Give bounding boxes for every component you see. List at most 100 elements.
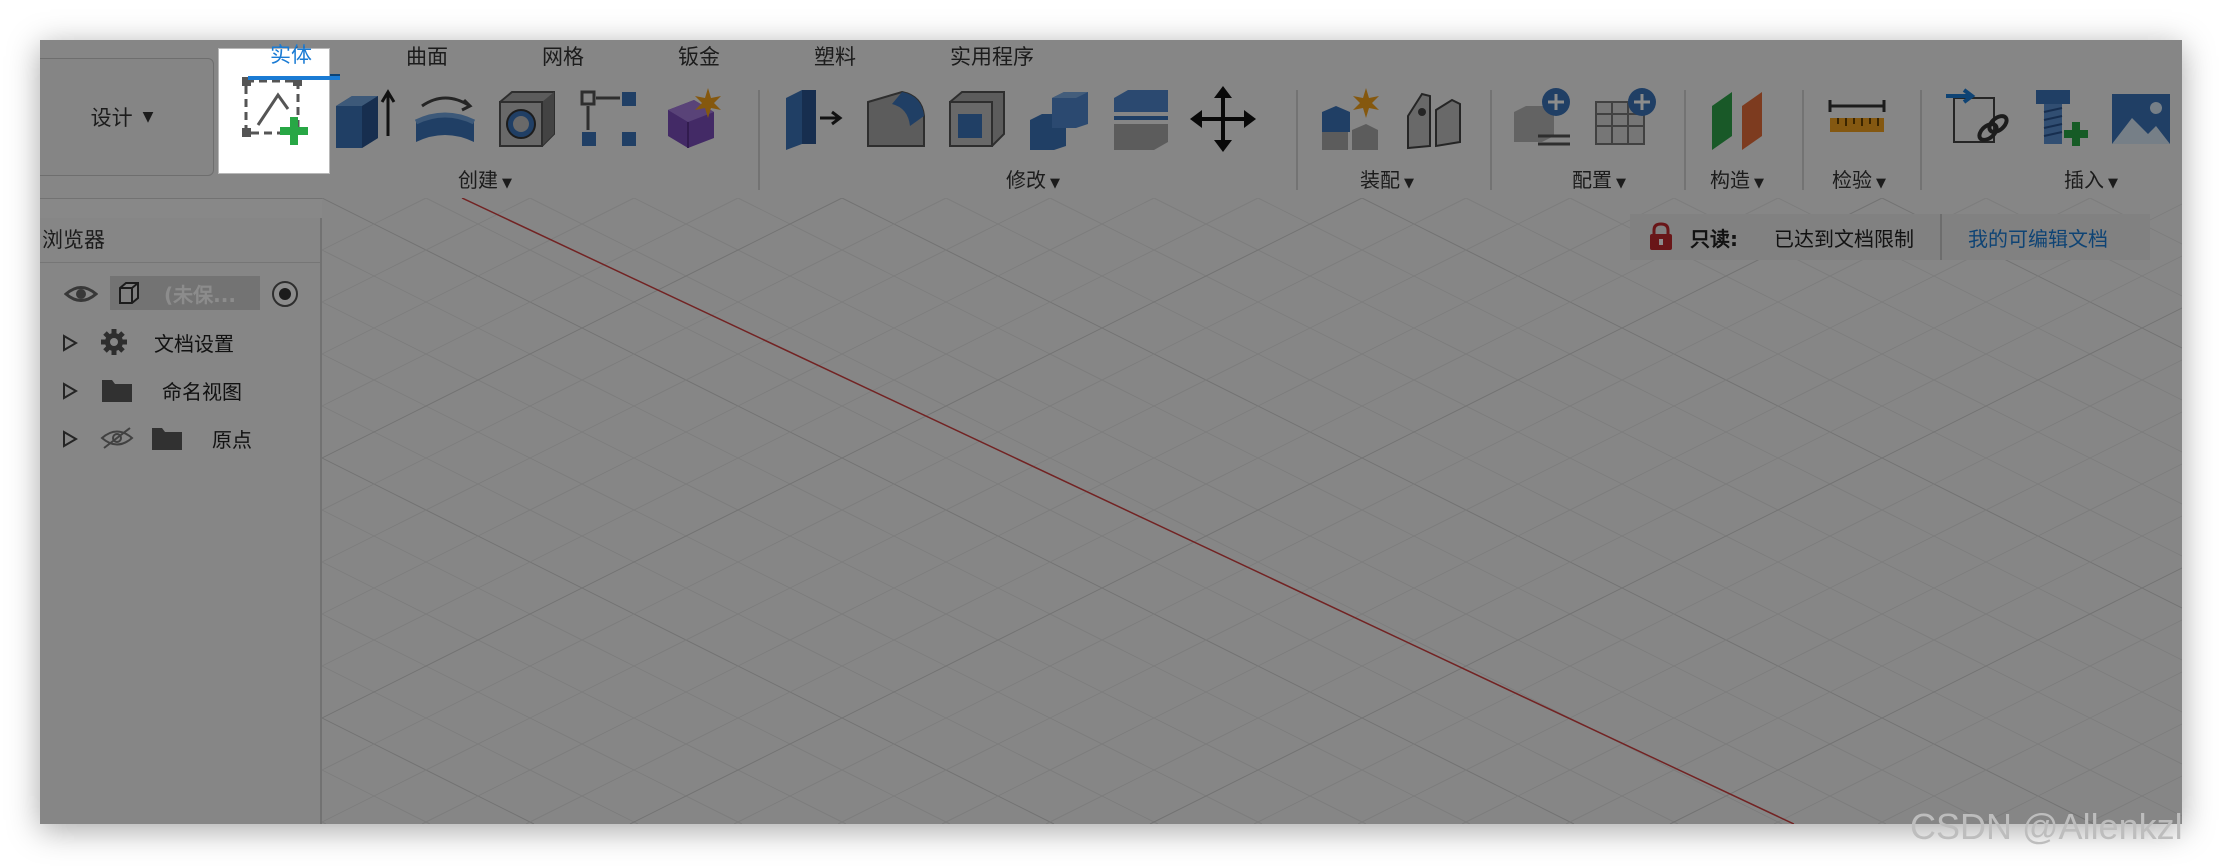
tab-utilities[interactable]: 实用程序 (950, 42, 1034, 72)
toolbar-separator (1802, 90, 1804, 190)
shell-button[interactable] (944, 82, 1010, 156)
group-assemble-label[interactable]: 装配 ▼ (1360, 164, 1414, 193)
eye-icon[interactable] (64, 283, 98, 305)
hole-button[interactable] (494, 82, 560, 156)
configuration-table-button[interactable] (1592, 82, 1658, 156)
group-insert-label[interactable]: 插入 ▼ (2064, 164, 2118, 193)
grid-line (633, 198, 1887, 824)
toolbar-separator (1490, 90, 1492, 190)
split-body-button[interactable] (1108, 82, 1174, 156)
root-component-label[interactable]: (未保... (110, 276, 260, 310)
group-create-label[interactable]: 创建 ▼ (458, 164, 512, 193)
grid-line (1361, 198, 2182, 609)
grid-line (837, 198, 2091, 824)
browser-item-document-settings[interactable]: 文档设置 (40, 320, 320, 364)
hidden-eye-icon[interactable] (100, 426, 134, 450)
chevron-down-icon: ▼ (502, 176, 512, 191)
group-inspect-text: 检验 (1832, 168, 1872, 192)
grid-line (322, 249, 1471, 824)
browser-item-named-views[interactable]: 命名视图 (40, 368, 320, 412)
activate-radio-icon[interactable] (270, 279, 300, 309)
extrude-icon (336, 89, 396, 148)
grid-line (322, 198, 531, 303)
expand-triangle-icon[interactable] (62, 333, 78, 352)
move-copy-button[interactable] (1190, 82, 1256, 156)
grid-line (322, 198, 1575, 824)
component-icon (119, 282, 139, 304)
grid-line (322, 353, 1263, 824)
chevron-down-icon: ▼ (142, 109, 154, 125)
grid-line (737, 198, 1991, 824)
expand-triangle-icon[interactable] (62, 429, 78, 448)
toolbar-separator (1684, 90, 1686, 190)
measure-button[interactable] (1824, 82, 1890, 156)
grid-line (1673, 198, 2182, 453)
readonly-banner: 只读: 已达到文档限制 我的可编辑文档 (1630, 214, 2150, 260)
chevron-down-icon: ▼ (1050, 176, 1060, 191)
extrude-button[interactable] (330, 82, 396, 156)
bolt-plus-icon (2036, 90, 2088, 146)
grid-line (1773, 619, 2182, 824)
app-window: 设计 ▼ 实体 曲面 网格 钣金 塑料 实用程序 (40, 40, 2182, 824)
fillet-button[interactable] (862, 82, 928, 156)
insert-canvas-button[interactable] (2108, 82, 2174, 156)
joint-icon (1407, 92, 1461, 150)
insert-derive-button[interactable] (1944, 82, 2010, 156)
readonly-label: 只读: (1690, 226, 1738, 251)
browser-root-row[interactable]: (未保... (40, 272, 320, 316)
configure-button[interactable] (1510, 82, 1576, 156)
new-component-button[interactable] (1318, 82, 1384, 156)
folder-icon (102, 380, 132, 402)
grid-line (1777, 198, 2182, 401)
group-modify-label[interactable]: 修改 ▼ (1006, 164, 1060, 193)
grid-line (322, 198, 427, 251)
create-form-button[interactable] (658, 82, 724, 156)
tab-mesh[interactable]: 网格 (542, 42, 584, 72)
measure-ruler-icon (1828, 100, 1886, 132)
grid-line (322, 198, 739, 407)
group-create-text: 创建 (458, 168, 498, 192)
browser-item-label: 命名视图 (162, 379, 242, 404)
offset-plane-icon (1712, 92, 1762, 150)
workspace-menu-button[interactable]: 设计 ▼ (40, 58, 214, 176)
grid-line (1153, 198, 2182, 713)
configure-icon (1514, 88, 1570, 146)
revolve-button[interactable] (412, 82, 478, 156)
grid-line (733, 198, 1987, 824)
grid-line (1669, 567, 2182, 824)
group-construct-label[interactable]: 构造 ▼ (1710, 164, 1764, 193)
highlighted-tab-solid[interactable]: 实体 (270, 40, 312, 70)
grid-line (322, 198, 1363, 719)
browser-item-origin[interactable]: 原点 (40, 416, 320, 460)
workspace-menu-label: 设计 (90, 106, 133, 130)
expand-triangle-icon[interactable] (62, 381, 78, 400)
tab-plastic[interactable]: 塑料 (814, 42, 856, 72)
press-pull-button[interactable] (780, 82, 846, 156)
group-configure-label[interactable]: 配置 ▼ (1572, 164, 1626, 193)
move-arrows-icon (1190, 86, 1256, 152)
combine-button[interactable] (1026, 82, 1092, 156)
root-component-name: (未保... (164, 282, 236, 307)
combine-icon (1030, 92, 1088, 150)
new-component-icon (1322, 88, 1379, 150)
grid-line (945, 198, 2182, 817)
tab-sheet-metal[interactable]: 钣金 (678, 42, 720, 72)
group-configure-text: 配置 (1572, 168, 1612, 192)
grid-line (322, 198, 843, 459)
grid-line (1149, 307, 2182, 824)
grid-line (322, 561, 847, 824)
joint-button[interactable] (1400, 82, 1466, 156)
configuration-table-icon (1595, 88, 1656, 145)
form-star-icon (668, 88, 721, 148)
insert-mcmaster-button[interactable] (2026, 82, 2092, 156)
tab-surface[interactable]: 曲面 (406, 42, 448, 72)
pattern-button[interactable] (576, 82, 642, 156)
chevron-down-icon: ▼ (1616, 176, 1626, 191)
group-construct-text: 构造 (1710, 168, 1750, 192)
editable-documents-link[interactable]: 我的可编辑文档 (1968, 223, 2108, 252)
canvas-viewport[interactable] (322, 198, 2182, 824)
offset-plane-button[interactable] (1706, 82, 1772, 156)
grid-line (629, 198, 1883, 824)
browser-panel: 浏览器 (未保... 文档设置 命名视图 原点 (40, 218, 322, 824)
group-inspect-label[interactable]: 检验 ▼ (1832, 164, 1886, 193)
